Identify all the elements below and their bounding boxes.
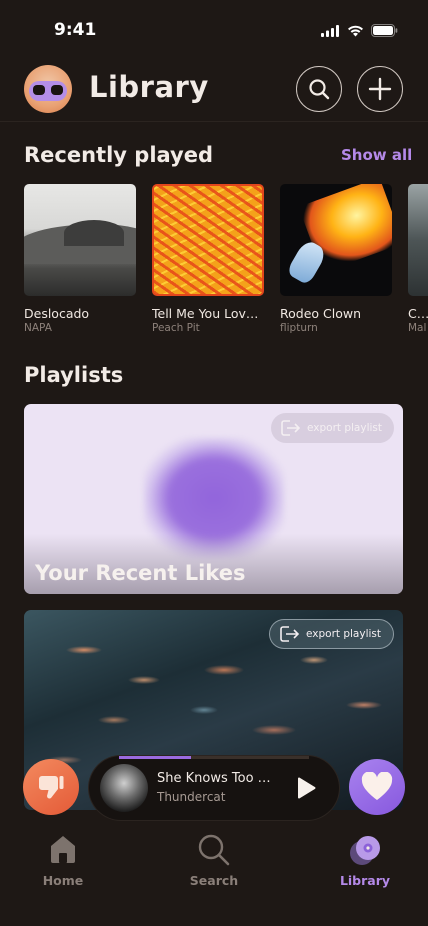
export-icon <box>281 420 301 436</box>
album-art <box>24 184 136 296</box>
page-title: Library <box>89 70 209 104</box>
status-time: 9:41 <box>54 20 97 40</box>
track-artist: Peach Pit <box>152 322 200 334</box>
track-artist: Mal <box>408 322 427 334</box>
wifi-icon <box>348 25 363 36</box>
progress-fill <box>119 756 192 759</box>
search-button[interactable] <box>296 66 342 112</box>
recent-card[interactable]: Deslocado NAPA <box>24 184 136 334</box>
now-playing-art <box>100 764 148 812</box>
export-icon <box>280 626 300 642</box>
avatar[interactable] <box>24 65 72 113</box>
play-icon[interactable] <box>295 776 317 800</box>
recent-card[interactable]: Che Mal <box>408 184 428 334</box>
track-title: Tell Me You Love... <box>152 306 264 321</box>
like-button[interactable] <box>349 759 405 815</box>
show-all-link[interactable]: Show all <box>341 146 412 164</box>
playlist-card[interactable]: export playlist Your Recent Likes <box>24 404 403 594</box>
recently-played-title: Recently played <box>24 143 214 167</box>
header-divider <box>0 121 428 122</box>
add-button[interactable] <box>357 66 403 112</box>
export-label: export playlist <box>306 422 382 434</box>
now-playing-artist: Thundercat <box>157 790 226 804</box>
album-art <box>152 184 264 296</box>
nav-search-label: Search <box>189 873 239 888</box>
track-title: Rodeo Clown <box>280 306 362 321</box>
battery-icon <box>371 24 398 37</box>
track-artist: NAPA <box>24 322 52 334</box>
recent-card[interactable]: Tell Me You Love... Peach Pit <box>152 184 264 334</box>
heart-icon <box>361 772 393 800</box>
nav-library-label: Library <box>339 873 391 888</box>
plus-icon <box>368 77 392 101</box>
playlist-name: Your Recent Likes <box>35 561 246 585</box>
library-icon <box>350 836 380 865</box>
track-artist: flipturn <box>280 322 318 334</box>
nav-library[interactable]: Library <box>315 833 415 888</box>
now-playing-title: She Knows Too M... <box>157 771 277 786</box>
nav-home[interactable]: Home <box>13 833 113 888</box>
export-label: export playlist <box>305 628 381 640</box>
search-icon <box>198 834 230 866</box>
album-art <box>280 184 392 296</box>
track-title: Che <box>408 306 428 321</box>
track-title: Deslocado <box>24 306 90 321</box>
dislike-button[interactable] <box>23 759 79 815</box>
recent-card[interactable]: Rodeo Clown flipturn <box>280 184 392 334</box>
nav-home-label: Home <box>42 873 84 888</box>
album-art <box>408 184 428 296</box>
signal-icon <box>321 24 339 37</box>
search-icon <box>309 79 330 100</box>
export-playlist-button[interactable]: export playlist <box>268 619 394 649</box>
home-icon <box>51 836 75 863</box>
mini-player[interactable]: She Knows Too M... Thundercat <box>89 756 339 820</box>
thumbs-down-icon <box>39 776 64 799</box>
playlists-title: Playlists <box>24 363 124 387</box>
nav-search[interactable]: Search <box>164 833 264 888</box>
export-playlist-button[interactable]: export playlist <box>270 413 394 443</box>
status-icons <box>321 24 398 37</box>
